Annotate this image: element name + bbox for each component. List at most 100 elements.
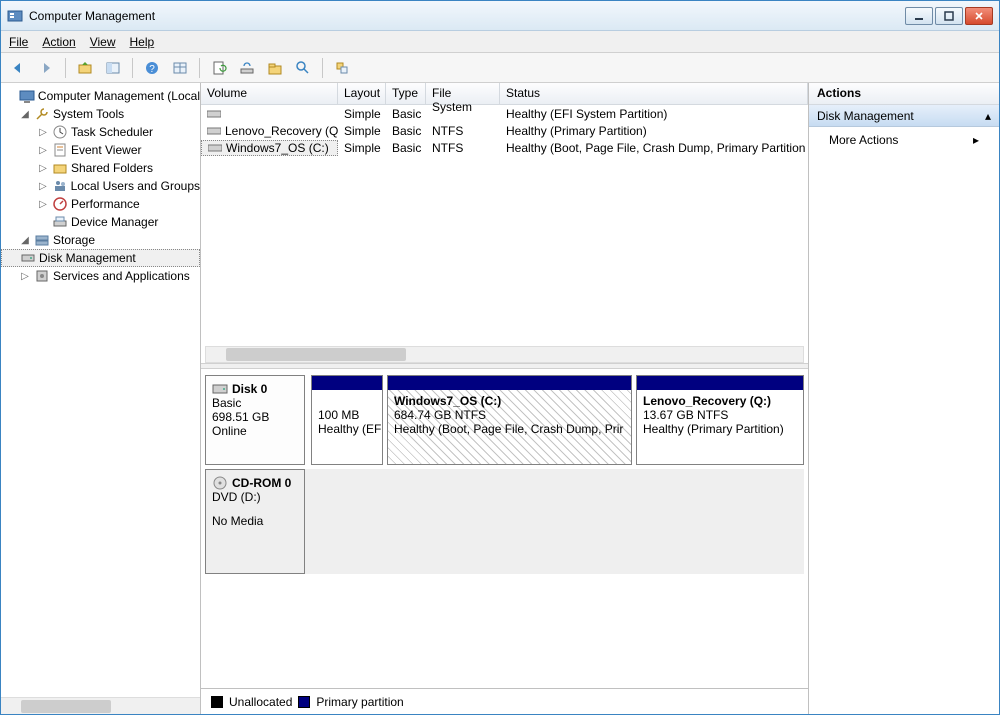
tree-services-apps[interactable]: ▷ Services and Applications	[1, 267, 200, 285]
settings-button[interactable]	[331, 57, 353, 79]
menu-view[interactable]: View	[90, 35, 116, 49]
vol-type: Basic	[386, 107, 426, 121]
col-volume[interactable]: Volume	[201, 83, 338, 104]
part-title: Windows7_OS (C:)	[394, 394, 625, 408]
services-icon	[34, 268, 50, 284]
find-button[interactable]	[292, 57, 314, 79]
volume-row[interactable]: Windows7_OS (C:) Simple Basic NTFS Healt…	[201, 139, 808, 156]
tree-system-tools[interactable]: ◢ System Tools	[1, 105, 200, 123]
actions-item-label: More Actions	[829, 133, 898, 147]
col-type[interactable]: Type	[386, 83, 426, 104]
help-button[interactable]: ?	[141, 57, 163, 79]
chevron-right-icon: ▸	[973, 133, 979, 147]
volume-list: Volume Layout Type File System Status Si…	[201, 83, 808, 363]
col-layout[interactable]: Layout	[338, 83, 386, 104]
menu-help[interactable]: Help	[130, 35, 155, 49]
up-button[interactable]	[74, 57, 96, 79]
storage-icon	[34, 232, 50, 248]
disk-type: Basic	[212, 396, 298, 410]
expand-icon[interactable]: ▷	[37, 163, 49, 174]
tree-disk-management[interactable]: Disk Management	[1, 249, 200, 267]
part-size: 13.67 GB NTFS	[643, 408, 797, 422]
vol-layout: Simple	[338, 107, 386, 121]
tree-scrollbar[interactable]	[1, 697, 200, 714]
vol-layout: Simple	[338, 141, 386, 155]
toolbar-separator	[132, 58, 133, 78]
tree-label: Shared Folders	[71, 161, 153, 175]
forward-button[interactable]	[35, 57, 57, 79]
tree-root[interactable]: Computer Management (Local	[1, 87, 200, 105]
back-button[interactable]	[7, 57, 29, 79]
legend-swatch-unallocated	[211, 696, 223, 708]
tree-label: Computer Management (Local	[38, 89, 200, 103]
tree-event-viewer[interactable]: ▷ Event Viewer	[1, 141, 200, 159]
menu-file[interactable]: File	[9, 35, 28, 49]
disk-size: 698.51 GB	[212, 410, 298, 424]
expand-icon[interactable]: ▷	[37, 145, 49, 156]
tree-shared-folders[interactable]: ▷ Shared Folders	[1, 159, 200, 177]
tree-storage[interactable]: ◢ Storage	[1, 231, 200, 249]
cdrom-row: CD-ROM 0 DVD (D:) No Media	[205, 469, 804, 574]
device-icon	[52, 214, 68, 230]
cdrom-title-text: CD-ROM 0	[232, 476, 291, 490]
vol-status: Healthy (EFI System Partition)	[500, 107, 808, 121]
svg-text:?: ?	[149, 64, 155, 75]
properties-button[interactable]	[264, 57, 286, 79]
legend: Unallocated Primary partition	[201, 688, 808, 714]
users-icon	[52, 178, 68, 194]
refresh-button[interactable]	[208, 57, 230, 79]
vol-type: Basic	[386, 124, 426, 138]
cdrom-info[interactable]: CD-ROM 0 DVD (D:) No Media	[205, 469, 305, 574]
expand-icon[interactable]: ▷	[37, 181, 49, 192]
expand-icon[interactable]: ▷	[37, 199, 49, 210]
volume-row[interactable]: Simple Basic Healthy (EFI System Partiti…	[201, 105, 808, 122]
tree-label: Disk Management	[39, 251, 136, 265]
col-fs[interactable]: File System	[426, 83, 500, 104]
cdrom-status: No Media	[212, 514, 298, 528]
folder-icon	[52, 160, 68, 176]
tree-performance[interactable]: ▷ Performance	[1, 195, 200, 213]
tree-local-users[interactable]: ▷ Local Users and Groups	[1, 177, 200, 195]
expand-icon[interactable]: ▷	[19, 271, 31, 282]
tree-device-manager[interactable]: Device Manager	[1, 213, 200, 231]
tree-task-scheduler[interactable]: ▷ Task Scheduler	[1, 123, 200, 141]
vol-fs: NTFS	[426, 124, 500, 138]
collapse-icon[interactable]: ◢	[19, 109, 31, 120]
tree-label: Services and Applications	[53, 269, 190, 283]
vol-status: Healthy (Primary Partition)	[500, 124, 808, 138]
view-list-button[interactable]	[169, 57, 191, 79]
vol-fs: NTFS	[426, 141, 500, 155]
tree-label: Storage	[53, 233, 95, 247]
disk-title-text: Disk 0	[232, 382, 267, 396]
part-size: 100 MB	[318, 408, 376, 422]
vol-name: Lenovo_Recovery (Q:)	[225, 124, 338, 138]
vol-status: Healthy (Boot, Page File, Crash Dump, Pr…	[500, 141, 808, 155]
partition-windows[interactable]: Windows7_OS (C:) 684.74 GB NTFS Healthy …	[387, 375, 632, 465]
actions-more[interactable]: More Actions ▸	[809, 127, 999, 153]
main-panel: Volume Layout Type File System Status Si…	[201, 83, 809, 714]
tree-label: Event Viewer	[71, 143, 141, 157]
partition-recovery[interactable]: Lenovo_Recovery (Q:) 13.67 GB NTFS Healt…	[636, 375, 804, 465]
hard-disk-icon	[212, 382, 228, 396]
toolbar-separator	[199, 58, 200, 78]
rescan-button[interactable]	[236, 57, 258, 79]
volume-scrollbar[interactable]	[205, 346, 804, 363]
actions-section[interactable]: Disk Management ▴	[809, 105, 999, 127]
volume-row[interactable]: Lenovo_Recovery (Q:) Simple Basic NTFS H…	[201, 122, 808, 139]
partition-efi[interactable]: 100 MB Healthy (EFI	[311, 375, 383, 465]
collapse-icon[interactable]: ◢	[19, 235, 31, 246]
clock-icon	[52, 124, 68, 140]
show-hide-tree-button[interactable]	[102, 57, 124, 79]
app-icon	[7, 8, 23, 24]
tree-label: Local Users and Groups	[71, 179, 200, 193]
volume-icon	[207, 109, 221, 119]
menu-action[interactable]: Action	[42, 35, 75, 49]
disk-info[interactable]: Disk 0 Basic 698.51 GB Online	[205, 375, 305, 465]
maximize-button[interactable]	[935, 7, 963, 25]
cdrom-icon	[212, 476, 228, 490]
minimize-button[interactable]	[905, 7, 933, 25]
volume-list-header: Volume Layout Type File System Status	[201, 83, 808, 105]
close-button[interactable]	[965, 7, 993, 25]
expand-icon[interactable]: ▷	[37, 127, 49, 138]
col-status[interactable]: Status	[500, 83, 808, 104]
